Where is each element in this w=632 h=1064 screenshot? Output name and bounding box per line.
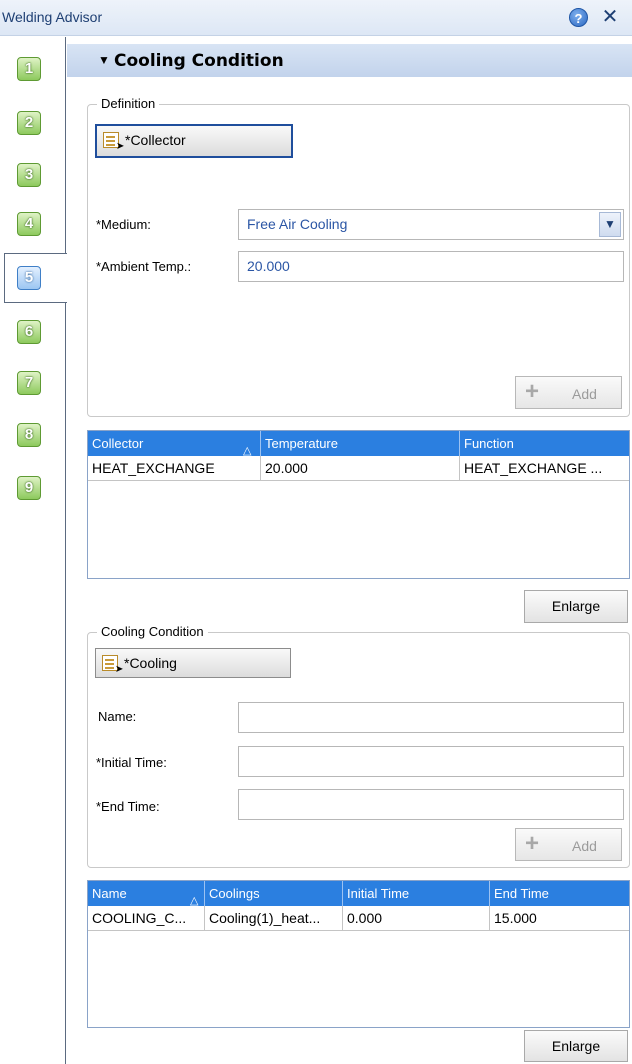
column-header-end-time[interactable]: End Time [490, 881, 629, 906]
step-2-button[interactable]: 2 [17, 111, 41, 135]
enlarge-cooling-button[interactable]: Enlarge [524, 1030, 628, 1062]
step-7-button[interactable]: 7 [17, 371, 41, 395]
cooling-table-header: Name △ Coolings Initial Time End Time [88, 881, 629, 906]
enlarge-collector-button[interactable]: Enlarge [524, 590, 628, 623]
collector-button-label: *Collector [125, 132, 186, 148]
add-label: Add [572, 386, 597, 402]
cooling-table: Name △ Coolings Initial Time End Time CO… [87, 880, 630, 1028]
step-9-button[interactable]: 9 [17, 476, 41, 500]
medium-dropdown[interactable]: Free Air Cooling ▼ [238, 209, 624, 240]
step-3-button[interactable]: 3 [17, 163, 41, 187]
collector-table: Collector △ Temperature Function HEAT_EX… [87, 430, 630, 579]
table-cell[interactable]: 15.000 [490, 906, 629, 931]
close-icon[interactable]: ✕ [599, 5, 621, 29]
cursor-arrow-icon: ➤ [116, 141, 125, 152]
table-cell[interactable]: Cooling(1)_heat... [205, 906, 343, 931]
table-cell[interactable]: COOLING_C... [88, 906, 205, 931]
name-input[interactable] [238, 702, 624, 733]
sort-ascending-icon: △ [190, 895, 199, 906]
table-cell[interactable]: HEAT_EXCHANGE [88, 456, 261, 481]
column-header-name[interactable]: Name △ [88, 881, 205, 906]
window-title: Welding Advisor [2, 9, 103, 25]
add-collector-button[interactable]: + Add [515, 376, 622, 409]
column-header-initial-time[interactable]: Initial Time [343, 881, 490, 906]
section-header[interactable]: ▼ Cooling Condition [67, 44, 632, 77]
step-sidebar [0, 37, 66, 1064]
initial-time-input[interactable] [238, 746, 624, 777]
plus-icon: + [525, 378, 540, 405]
cooling-button-label: *Cooling [124, 655, 177, 671]
collector-table-header: Collector △ Temperature Function [88, 431, 629, 456]
add-cooling-button[interactable]: + Add [515, 828, 622, 861]
chevron-down-icon[interactable]: ▼ [599, 212, 621, 237]
end-time-label: *End Time: [96, 799, 160, 814]
ambient-temp-label: *Ambient Temp.: [96, 259, 192, 274]
end-time-input[interactable] [238, 789, 624, 820]
name-label: Name: [98, 709, 137, 724]
plus-icon: + [525, 830, 540, 857]
collapse-triangle-icon[interactable]: ▼ [98, 53, 110, 67]
step-4-button[interactable]: 4 [17, 212, 41, 236]
column-header-collector[interactable]: Collector △ [88, 431, 261, 456]
definition-legend: Definition [97, 96, 160, 111]
step-5-button[interactable]: 5 [17, 266, 41, 290]
sort-ascending-icon: △ [243, 445, 252, 456]
section-title: Cooling Condition [114, 51, 284, 71]
column-header-function[interactable]: Function [460, 431, 629, 456]
collector-select-button[interactable]: ➤ *Collector [95, 124, 293, 158]
step-8-button[interactable]: 8 [17, 423, 41, 447]
column-header-temperature[interactable]: Temperature [261, 431, 460, 456]
step-1-button[interactable]: 1 [17, 57, 41, 81]
initial-time-label: *Initial Time: [96, 755, 167, 770]
table-cell[interactable]: HEAT_EXCHANGE ... [460, 456, 629, 481]
help-icon[interactable]: ? [569, 8, 588, 27]
ambient-temp-value: 20.000 [247, 258, 290, 274]
ambient-temp-input[interactable]: 20.000 [238, 251, 624, 282]
column-header-coolings[interactable]: Coolings [205, 881, 343, 906]
table-cell[interactable]: 20.000 [261, 456, 460, 481]
cursor-arrow-icon: ➤ [115, 664, 124, 675]
add-label: Add [572, 838, 597, 854]
cooling-select-button[interactable]: ➤ *Cooling [95, 648, 291, 678]
step-6-button[interactable]: 6 [17, 320, 41, 344]
medium-label: *Medium: [96, 217, 151, 232]
medium-value: Free Air Cooling [247, 216, 348, 232]
cooling-condition-legend: Cooling Condition [97, 624, 208, 639]
table-cell[interactable]: 0.000 [343, 906, 490, 931]
title-bar: Welding Advisor ? ✕ [0, 0, 632, 36]
